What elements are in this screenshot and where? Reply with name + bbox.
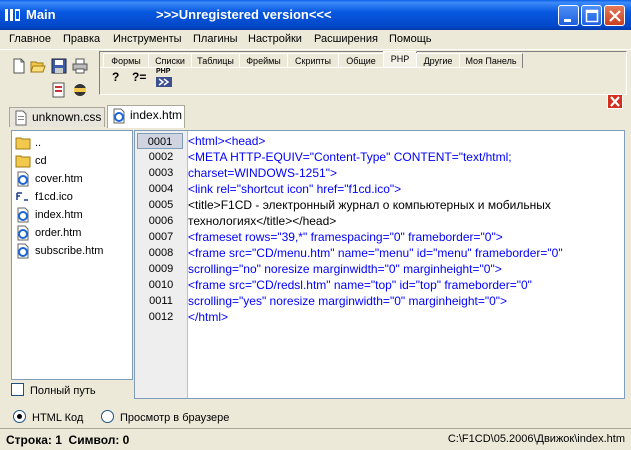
doc-tab-label: index.htm (130, 108, 183, 122)
code-line: <html><head> (188, 134, 266, 148)
tab-frames[interactable]: Фреймы (239, 53, 288, 68)
tab-php[interactable]: PHP (383, 51, 417, 68)
new-file-icon[interactable] (11, 58, 27, 74)
code-line: технологиях</title></head> (188, 214, 337, 228)
full-path-label: Полный путь (30, 385, 96, 397)
php-logo-label: PHP (156, 68, 171, 75)
checkbox-box[interactable] (11, 383, 24, 396)
maximize-icon (585, 9, 599, 23)
code-line: <title>F1CD - электронный журнал о компь… (188, 198, 551, 212)
line-number: 0001 (137, 133, 183, 149)
ico-file-icon (16, 191, 30, 203)
window-title: Main (26, 7, 56, 22)
status-bar: Строка: 1 Символ: 0 C:\F1CD\05.2006\Движ… (0, 428, 631, 450)
close-panel-button[interactable] (607, 94, 623, 109)
save-icon[interactable] (51, 58, 67, 74)
print-icon[interactable] (72, 58, 88, 74)
line-number: 0004 (148, 183, 174, 195)
code-line: scrolling="no" noresize marginwidth="0" … (188, 262, 502, 276)
code-line: <link rel="shortcut icon" href="f1cd.ico… (188, 182, 402, 196)
file-list[interactable]: .. cd cover.htm f1cd.ico index.htm order… (11, 130, 133, 380)
php-echo-button[interactable]: ? (112, 70, 119, 84)
minimize-button[interactable] (558, 5, 579, 26)
line-number: 0003 (148, 167, 174, 179)
php-arrow-icon (156, 77, 172, 87)
close-window-button[interactable] (604, 5, 625, 26)
php-short-echo-button[interactable]: ?= (132, 70, 146, 84)
cursor-position: Строка: 1 Символ: 0 (6, 433, 130, 447)
menu-tools[interactable]: Инструменты (113, 33, 182, 45)
code-line: <frame src="CD/menu.htm" name="menu" id=… (188, 246, 563, 260)
tab-scripts[interactable]: Скрипты (287, 53, 339, 68)
app-logo-icon (5, 9, 20, 21)
code-line: charset=WINDOWS-1251"> (188, 166, 337, 180)
file-name: order.htm (35, 227, 82, 239)
full-path-checkbox[interactable]: Полный путь (11, 383, 96, 397)
minimize-icon (564, 19, 571, 22)
code-line: </html> (188, 310, 229, 324)
code-editor[interactable]: 0001 0002 0003 0004 0005 0006 0007 0008 … (134, 130, 625, 399)
html-file-icon (17, 171, 29, 187)
folder-icon (15, 155, 31, 168)
menu-plugins[interactable]: Плагины (193, 33, 238, 45)
line-number: 0007 (148, 231, 174, 243)
close-icon (609, 10, 621, 22)
code-line: <frame src="CD/redsl.htm" name="top" id=… (188, 278, 532, 292)
line-number: 0008 (148, 247, 174, 259)
radio-button[interactable] (13, 410, 26, 423)
menu-settings[interactable]: Настройки (248, 33, 302, 45)
line-number: 0010 (148, 279, 174, 291)
maximize-button[interactable] (581, 5, 602, 26)
close-panel-icon (610, 96, 620, 107)
css-file-icon (15, 110, 27, 126)
menu-edit[interactable]: Правка (63, 33, 100, 45)
file-path: C:\F1CD\05.2006\Движок\index.htm (447, 433, 625, 445)
tab-forms[interactable]: Формы (103, 53, 149, 68)
line-number: 0002 (148, 151, 174, 163)
menu-main[interactable]: Главное (9, 33, 51, 45)
code-line: scrolling="yes" noresize marginwidth="0"… (188, 294, 508, 308)
tab-lists[interactable]: Списки (148, 53, 192, 68)
file-name: subscribe.htm (35, 245, 104, 257)
doc-tab-label: unknown.css (32, 110, 102, 124)
radio-button[interactable] (101, 410, 114, 423)
menu-help[interactable]: Помощь (389, 33, 432, 45)
open-folder-icon[interactable] (30, 58, 46, 74)
toolbar-divider (0, 49, 631, 50)
doc-tab-index-htm[interactable]: index.htm (107, 105, 185, 128)
file-name: cover.htm (35, 173, 83, 185)
file-name: index.htm (35, 209, 83, 221)
html-file-icon (17, 225, 29, 241)
preview-icon[interactable] (51, 82, 67, 98)
html-file-icon (17, 243, 29, 259)
tab-common[interactable]: Общие (338, 53, 384, 68)
line-number: 0005 (148, 199, 174, 211)
line-number: 0006 (148, 215, 174, 227)
radio-label: Просмотр в браузере (120, 412, 230, 424)
line-number: 0009 (148, 263, 174, 275)
folder-icon (15, 137, 31, 150)
title-bar[interactable]: Main >>>Unregistered version<<< (0, 0, 631, 30)
tab-other[interactable]: Другие (416, 53, 460, 68)
php-insert-button[interactable]: PHP (155, 68, 173, 88)
tab-tables[interactable]: Таблицы (191, 53, 240, 68)
window-subtitle: >>>Unregistered version<<< (156, 7, 332, 22)
line-number: 0011 (149, 295, 173, 307)
file-name: f1cd.ico (35, 191, 73, 203)
radio-label: HTML Код (32, 412, 84, 424)
menu-extensions[interactable]: Расширения (314, 33, 378, 45)
browser-preview-radio[interactable]: Просмотр в браузере (101, 410, 229, 424)
code-line: <META HTTP-EQUIV="Content-Type" CONTENT=… (188, 150, 512, 164)
html-file-icon (17, 207, 29, 223)
file-name: .. (35, 137, 42, 149)
ftp-icon[interactable] (72, 82, 88, 98)
html-code-radio[interactable]: HTML Код (13, 410, 83, 424)
menu-bar: Главное Правка Инструменты Плагины Настр… (0, 30, 631, 49)
line-number: 0012 (148, 311, 174, 323)
tab-my-panel[interactable]: Моя Панель (459, 53, 523, 68)
code-line: <frameset rows="39,*" framespacing="0" f… (188, 230, 503, 244)
ie-file-icon (113, 108, 125, 124)
file-name: cd (35, 155, 47, 167)
doc-tab-unknown-css[interactable]: unknown.css (9, 107, 105, 127)
